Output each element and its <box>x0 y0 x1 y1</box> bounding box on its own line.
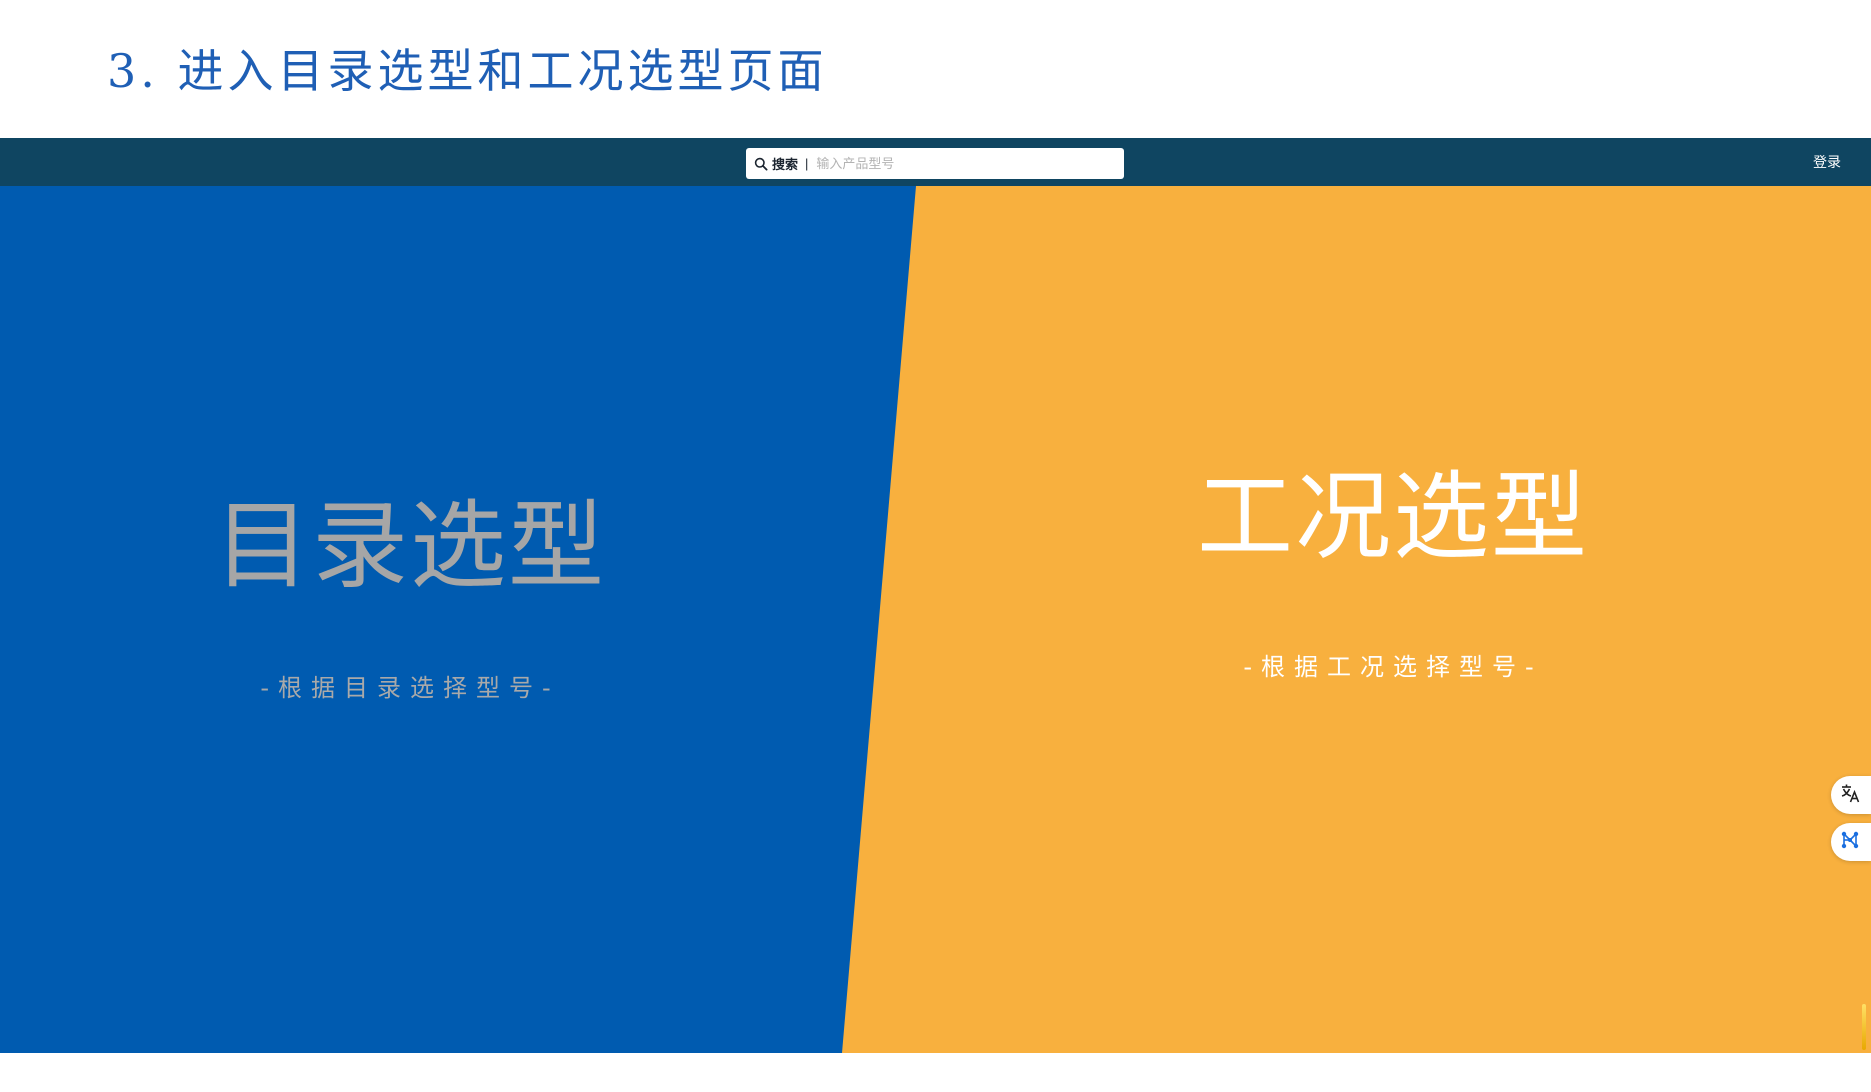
top-navbar: 搜索 | 登录 <box>0 138 1871 186</box>
search-divider: | <box>805 156 809 171</box>
search-icon[interactable] <box>754 157 768 171</box>
scroll-indicator[interactable] <box>1862 1004 1866 1050</box>
search-label: 搜索 <box>772 157 799 172</box>
catalog-selection-subtitle: -根据目录选择型号- <box>260 674 560 702</box>
selection-panels: 目录选型 -根据目录选择型号- 工况选型 -根据工况选择型号- <box>0 186 1871 1053</box>
condition-selection-title: 工况选型 <box>1197 461 1589 573</box>
search-box[interactable]: 搜索 | <box>746 148 1124 179</box>
translate-icon <box>1840 783 1860 807</box>
login-link[interactable]: 登录 <box>1813 138 1841 186</box>
slide-title: 3. 进入目录选型和工况选型页面 <box>107 44 828 98</box>
search-input[interactable] <box>816 156 1097 171</box>
ai-assistant-button[interactable] <box>1831 823 1871 861</box>
condition-selection-subtitle: -根据工况选择型号- <box>1243 653 1543 681</box>
app-screenshot: 搜索 | 登录 目录选型 -根据目录选择型号- 工况选型 -根据工况选择型号- <box>0 138 1871 1053</box>
network-icon <box>1840 830 1860 854</box>
translate-button[interactable] <box>1831 776 1871 814</box>
catalog-selection-title: 目录选型 <box>214 490 606 602</box>
